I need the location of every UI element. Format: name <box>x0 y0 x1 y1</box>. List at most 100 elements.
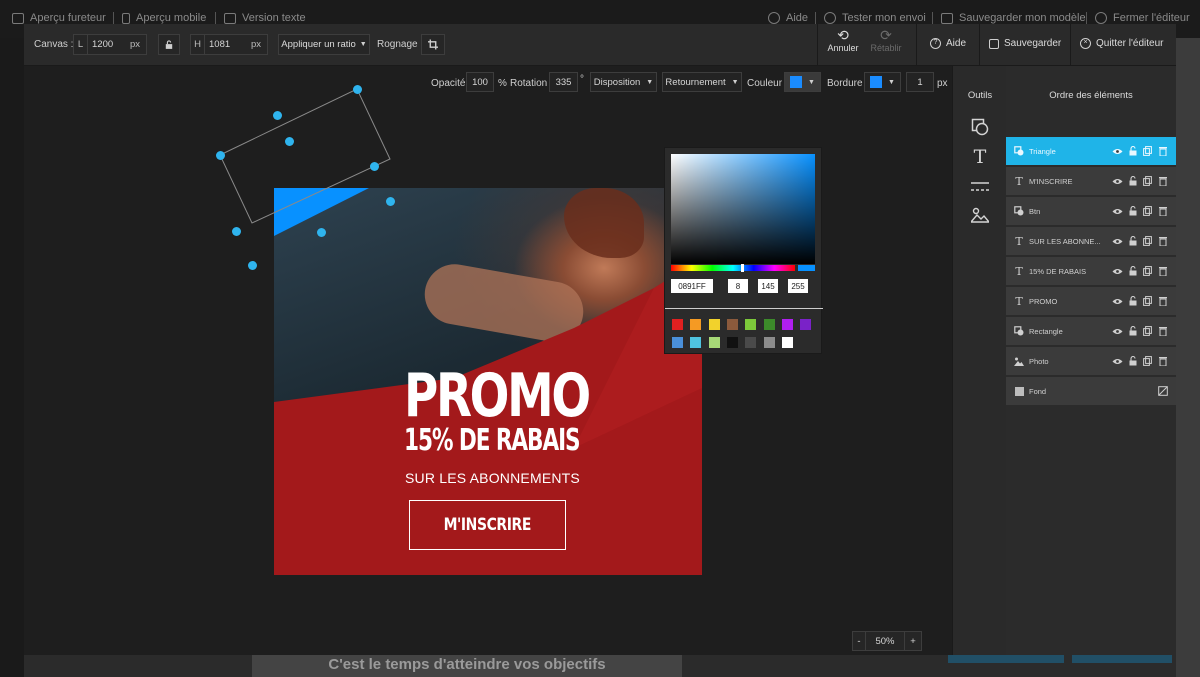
edit-background-icon[interactable] <box>1157 386 1168 397</box>
text-version-link[interactable]: Version texte <box>224 12 306 24</box>
rotate-handle[interactable] <box>353 85 362 94</box>
hex-input[interactable]: 0891FF <box>671 279 713 293</box>
disposition-dropdown[interactable]: Disposition ▼ <box>590 72 657 92</box>
eye-icon[interactable] <box>1112 266 1123 277</box>
undo-button[interactable]: ⟲ Annuler <box>821 28 865 54</box>
resize-handle[interactable] <box>216 151 225 160</box>
palette-swatch[interactable] <box>690 319 702 330</box>
duplicate-icon[interactable] <box>1142 206 1153 217</box>
trash-icon[interactable] <box>1157 146 1168 157</box>
duplicate-icon[interactable] <box>1142 146 1153 157</box>
duplicate-icon[interactable] <box>1142 296 1153 307</box>
resize-handle[interactable] <box>248 261 257 270</box>
unlock-icon[interactable] <box>1127 326 1138 337</box>
resize-handle[interactable] <box>232 227 241 236</box>
eye-icon[interactable] <box>1112 176 1123 187</box>
canvas-width-field[interactable]: L 1200 px <box>73 34 147 55</box>
unlock-icon[interactable] <box>1127 146 1138 157</box>
duplicate-icon[interactable] <box>1142 176 1153 187</box>
eye-icon[interactable] <box>1112 146 1123 157</box>
zoom-out-button[interactable]: - <box>852 631 866 651</box>
bg-help-link[interactable]: Aide <box>768 12 808 24</box>
eye-icon[interactable] <box>1112 296 1123 307</box>
canvas-height-field[interactable]: H 1081 px <box>190 34 268 55</box>
palette-swatch[interactable] <box>763 319 775 330</box>
layer-row[interactable]: T M'INSCRIRE <box>1006 167 1176 195</box>
unlock-icon[interactable] <box>1127 296 1138 307</box>
promo-title[interactable]: PROMO <box>404 366 591 426</box>
preview-mobile-link[interactable]: Aperçu mobile <box>122 12 206 24</box>
cta-label[interactable]: M'INSCRIRE <box>444 515 532 535</box>
palette-swatch[interactable] <box>672 337 683 348</box>
zoom-in-button[interactable]: + <box>904 631 922 651</box>
trash-icon[interactable] <box>1157 236 1168 247</box>
trash-icon[interactable] <box>1157 356 1168 367</box>
resize-handle[interactable] <box>370 162 379 171</box>
zoom-level[interactable]: 50% <box>866 631 904 651</box>
saturation-field[interactable] <box>671 154 815 264</box>
unlock-icon[interactable] <box>1127 176 1138 187</box>
trash-icon[interactable] <box>1157 296 1168 307</box>
eye-icon[interactable] <box>1112 206 1123 217</box>
palette-swatch[interactable] <box>690 337 702 348</box>
flip-dropdown[interactable]: Retournement ▼ <box>662 72 742 92</box>
duplicate-icon[interactable] <box>1142 326 1153 337</box>
unlock-icon[interactable] <box>1127 206 1138 217</box>
help-button[interactable]: ? Aide <box>930 38 966 49</box>
red-input[interactable]: 8 <box>728 279 748 293</box>
duplicate-icon[interactable] <box>1142 266 1153 277</box>
layer-row[interactable]: Btn <box>1006 197 1176 225</box>
opacity-input[interactable]: 100 <box>466 72 494 92</box>
artboard[interactable]: PROMO 15% DE RABAIS SUR LES ABONNEMENTS … <box>274 188 702 575</box>
quit-editor-button[interactable]: × Quitter l'éditeur <box>1080 38 1164 49</box>
layer-row[interactable]: Triangle <box>1006 137 1176 165</box>
save-button[interactable]: Sauvegarder <box>989 38 1061 49</box>
palette-swatch[interactable] <box>763 337 775 348</box>
cta-button-shape[interactable]: M'INSCRIRE <box>409 500 566 550</box>
border-color-dropdown[interactable]: ▼ <box>864 72 901 92</box>
rotation-input[interactable]: 335 <box>549 72 578 92</box>
test-send-link[interactable]: Tester mon envoi <box>824 12 926 24</box>
palette-swatch[interactable] <box>781 319 793 330</box>
text-tool-button[interactable]: T <box>971 146 989 168</box>
layer-row[interactable]: Photo <box>1006 347 1176 375</box>
layer-row[interactable]: Fond <box>1006 377 1176 405</box>
close-editor-link[interactable]: Fermer l'éditeur <box>1095 12 1190 24</box>
hue-slider[interactable] <box>671 265 795 271</box>
shapes-tool-button[interactable] <box>971 118 989 136</box>
color-dropdown[interactable]: ▼ <box>784 72 821 92</box>
palette-swatch[interactable] <box>781 337 793 348</box>
duplicate-icon[interactable] <box>1142 236 1153 247</box>
layer-row[interactable]: T 15% DE RABAIS <box>1006 257 1176 285</box>
resize-handle[interactable] <box>285 137 294 146</box>
save-template-link[interactable]: Sauvegarder mon modèle <box>941 12 1086 24</box>
eye-icon[interactable] <box>1112 236 1123 247</box>
layer-row[interactable]: T PROMO <box>1006 287 1176 315</box>
eye-icon[interactable] <box>1112 326 1123 337</box>
palette-swatch[interactable] <box>745 319 757 330</box>
hue-slider-knob[interactable] <box>741 264 744 272</box>
image-tool-button[interactable] <box>971 206 989 224</box>
crop-button[interactable] <box>421 34 445 55</box>
resize-handle[interactable] <box>273 111 282 120</box>
layer-row[interactable]: T SUR LES ABONNE... <box>1006 227 1176 255</box>
palette-swatch[interactable] <box>726 337 738 348</box>
unlock-icon[interactable] <box>1127 266 1138 277</box>
green-input[interactable]: 145 <box>758 279 778 293</box>
blue-input[interactable]: 255 <box>788 279 808 293</box>
blue-triangle-shape[interactable] <box>274 188 369 236</box>
apply-ratio-dropdown[interactable]: Appliquer un ratio ▼ <box>278 34 370 55</box>
trash-icon[interactable] <box>1157 176 1168 187</box>
palette-swatch[interactable] <box>708 319 720 330</box>
palette-swatch[interactable] <box>800 319 812 330</box>
palette-swatch[interactable] <box>672 319 683 330</box>
palette-swatch[interactable] <box>745 337 757 348</box>
unlock-icon[interactable] <box>1127 356 1138 367</box>
lock-ratio-button[interactable] <box>158 34 180 55</box>
trash-icon[interactable] <box>1157 266 1168 277</box>
palette-swatch[interactable] <box>708 337 720 348</box>
layer-row[interactable]: Rectangle <box>1006 317 1176 345</box>
duplicate-icon[interactable] <box>1142 356 1153 367</box>
canvas-area[interactable]: PROMO 15% DE RABAIS SUR LES ABONNEMENTS … <box>24 66 952 655</box>
border-width-input[interactable]: 1 <box>906 72 934 92</box>
